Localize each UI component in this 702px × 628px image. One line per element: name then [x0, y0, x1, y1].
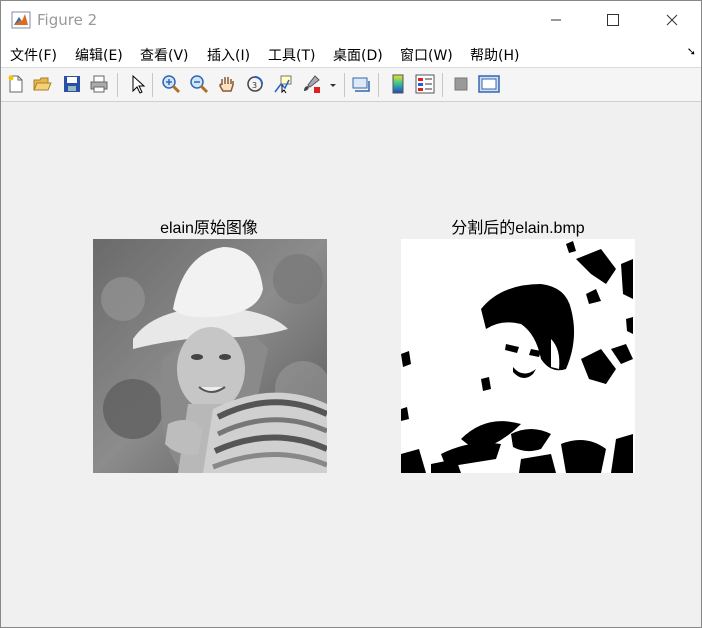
segmented-image	[401, 239, 635, 473]
brush-dropdown-icon[interactable]	[328, 74, 338, 94]
figure-toolbar: 3	[1, 68, 701, 102]
window-title: Figure 2	[37, 11, 98, 29]
dock-arrow-icon[interactable]: ➘	[687, 45, 696, 58]
menu-file[interactable]: 文件(F)	[10, 45, 57, 65]
matlab-app-icon	[11, 11, 31, 29]
new-figure-icon[interactable]	[6, 74, 26, 94]
original-image	[93, 239, 327, 473]
toolbar-separator	[344, 73, 345, 97]
zoom-out-icon[interactable]	[189, 74, 209, 94]
maximize-button[interactable]	[590, 1, 636, 39]
hide-plot-tools-icon[interactable]	[451, 74, 471, 94]
menu-tools[interactable]: 工具(T)	[268, 45, 315, 65]
rotate-3d-icon[interactable]: 3	[245, 74, 265, 94]
close-icon	[666, 14, 678, 26]
menu-edit[interactable]: 编辑(E)	[75, 45, 123, 65]
toolbar-separator	[152, 73, 153, 97]
svg-text:3: 3	[252, 81, 257, 90]
toolbar-separator	[378, 73, 379, 97]
legend-icon[interactable]	[415, 74, 435, 94]
print-icon[interactable]	[89, 74, 109, 94]
menu-view[interactable]: 查看(V)	[140, 45, 189, 65]
minimize-icon	[551, 19, 561, 21]
maximize-icon	[607, 14, 619, 26]
zoom-in-icon[interactable]	[161, 74, 181, 94]
save-icon[interactable]	[62, 74, 82, 94]
axes-1-title: elain原始图像	[160, 220, 258, 237]
menu-window[interactable]: 窗口(W)	[400, 45, 453, 65]
pan-hand-icon[interactable]	[217, 74, 237, 94]
title-bar: Figure 2	[1, 1, 701, 39]
toolbar-separator	[117, 73, 118, 97]
toolbar-separator	[442, 73, 443, 97]
menu-insert[interactable]: 插入(I)	[207, 45, 250, 65]
menu-bar: 文件(F) 编辑(E) 查看(V) 插入(I) 工具(T) 桌面(D) 窗口(W…	[1, 39, 701, 68]
pointer-icon[interactable]	[127, 74, 147, 94]
colorbar-icon[interactable]	[388, 74, 408, 94]
menu-help[interactable]: 帮助(H)	[470, 45, 519, 65]
show-plot-tools-icon[interactable]	[478, 74, 500, 94]
close-button[interactable]	[649, 1, 695, 39]
link-plot-icon[interactable]	[351, 74, 371, 94]
open-file-icon[interactable]	[32, 74, 52, 94]
figure-canvas: elain原始图像 分割后的elain.bmp	[1, 102, 701, 627]
minimize-button[interactable]	[533, 1, 579, 39]
axes-2-title: 分割后的elain.bmp	[451, 220, 585, 237]
brush-icon[interactable]	[301, 74, 321, 94]
menu-desktop[interactable]: 桌面(D)	[333, 45, 383, 65]
data-cursor-icon[interactable]	[273, 74, 293, 94]
figure-window: Figure 2 文件(F) 编辑(E) 查看(V) 插入(I) 工具(T) 桌…	[0, 0, 702, 628]
